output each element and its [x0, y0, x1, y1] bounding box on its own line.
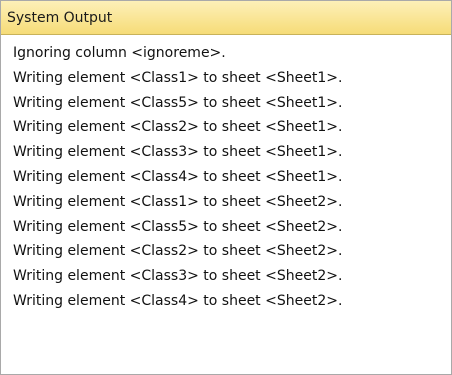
output-line[interactable]: Writing element <Class2> to sheet <Sheet…: [13, 239, 451, 264]
output-line[interactable]: Writing element <Class3> to sheet <Sheet…: [13, 140, 451, 165]
output-line[interactable]: Writing element <Class3> to sheet <Sheet…: [13, 264, 451, 289]
output-line[interactable]: Writing element <Class1> to sheet <Sheet…: [13, 190, 451, 215]
output-line[interactable]: Writing element <Class1> to sheet <Sheet…: [13, 66, 451, 91]
output-line[interactable]: Writing element <Class5> to sheet <Sheet…: [13, 215, 451, 240]
output-log[interactable]: Ignoring column <ignoreme>. Writing elem…: [1, 35, 451, 374]
output-line[interactable]: Writing element <Class2> to sheet <Sheet…: [13, 115, 451, 140]
output-line[interactable]: Writing element <Class4> to sheet <Sheet…: [13, 289, 451, 314]
output-line[interactable]: Ignoring column <ignoreme>.: [13, 41, 451, 66]
output-line[interactable]: Writing element <Class5> to sheet <Sheet…: [13, 91, 451, 116]
output-line[interactable]: Writing element <Class4> to sheet <Sheet…: [13, 165, 451, 190]
panel-title: System Output: [7, 9, 113, 26]
system-output-panel: System Output Ignoring column <ignoreme>…: [0, 0, 452, 375]
panel-title-bar[interactable]: System Output: [1, 1, 451, 35]
